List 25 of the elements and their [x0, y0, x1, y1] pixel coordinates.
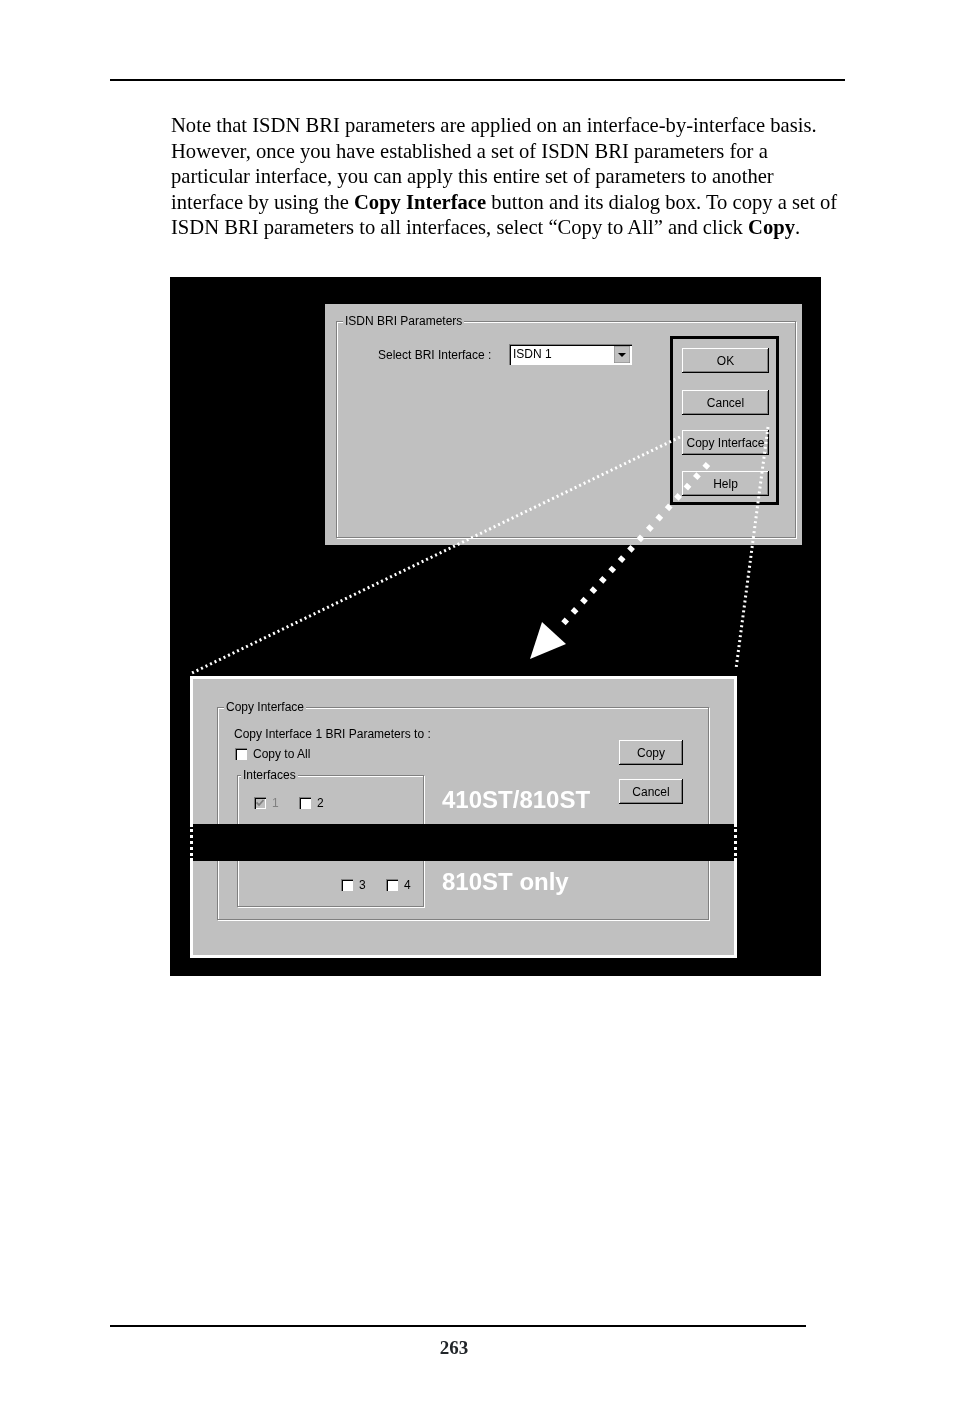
checkbox-label: Copy to All	[253, 747, 311, 761]
checkbox[interactable]	[386, 879, 398, 891]
checkbox-label: 3	[359, 878, 366, 892]
group-title: ISDN BRI Parameters	[343, 314, 465, 328]
dialog-button[interactable]: Cancel	[619, 779, 683, 804]
dialog-button[interactable]: Copy	[619, 740, 683, 765]
model-caption: 810ST only	[442, 868, 569, 896]
dialog-button[interactable]: Cancel	[682, 390, 769, 415]
checkbox-label: 4	[404, 878, 411, 892]
checkbox[interactable]	[341, 879, 353, 891]
checkbox[interactable]	[299, 797, 311, 809]
checkbox-label: 2	[317, 796, 324, 810]
checkbox[interactable]	[235, 748, 247, 760]
group-title: Interfaces	[241, 768, 298, 782]
dialog-button[interactable]: Help	[682, 471, 769, 496]
dialog-button[interactable]: Copy Interface	[682, 430, 769, 455]
instruction-text: Copy Interface 1 BRI Parameters to :	[234, 727, 431, 741]
dropdown-arrow-icon[interactable]	[614, 346, 630, 363]
instruction-paragraph: Note that ISDN BRI parameters are applied on an interface-by-interface basis. However, once you have established a set of ISDN BRI parameters for a particular interface, you can apply this entire set of parameters to another interface by using the Copy Interface button and its dialog box. To copy a set of ISDN BRI parameters to all interfaces, select “Copy to All” and click Copy.	[171, 113, 839, 241]
page-number: 263	[438, 1336, 470, 1360]
field-label: Select BRI Interface :	[378, 348, 492, 362]
checkbox-label: 1	[272, 796, 279, 810]
group-title: Copy Interface	[224, 700, 307, 714]
model-caption: 410ST/810ST	[442, 786, 591, 814]
dialog-button[interactable]: OK	[682, 348, 769, 373]
